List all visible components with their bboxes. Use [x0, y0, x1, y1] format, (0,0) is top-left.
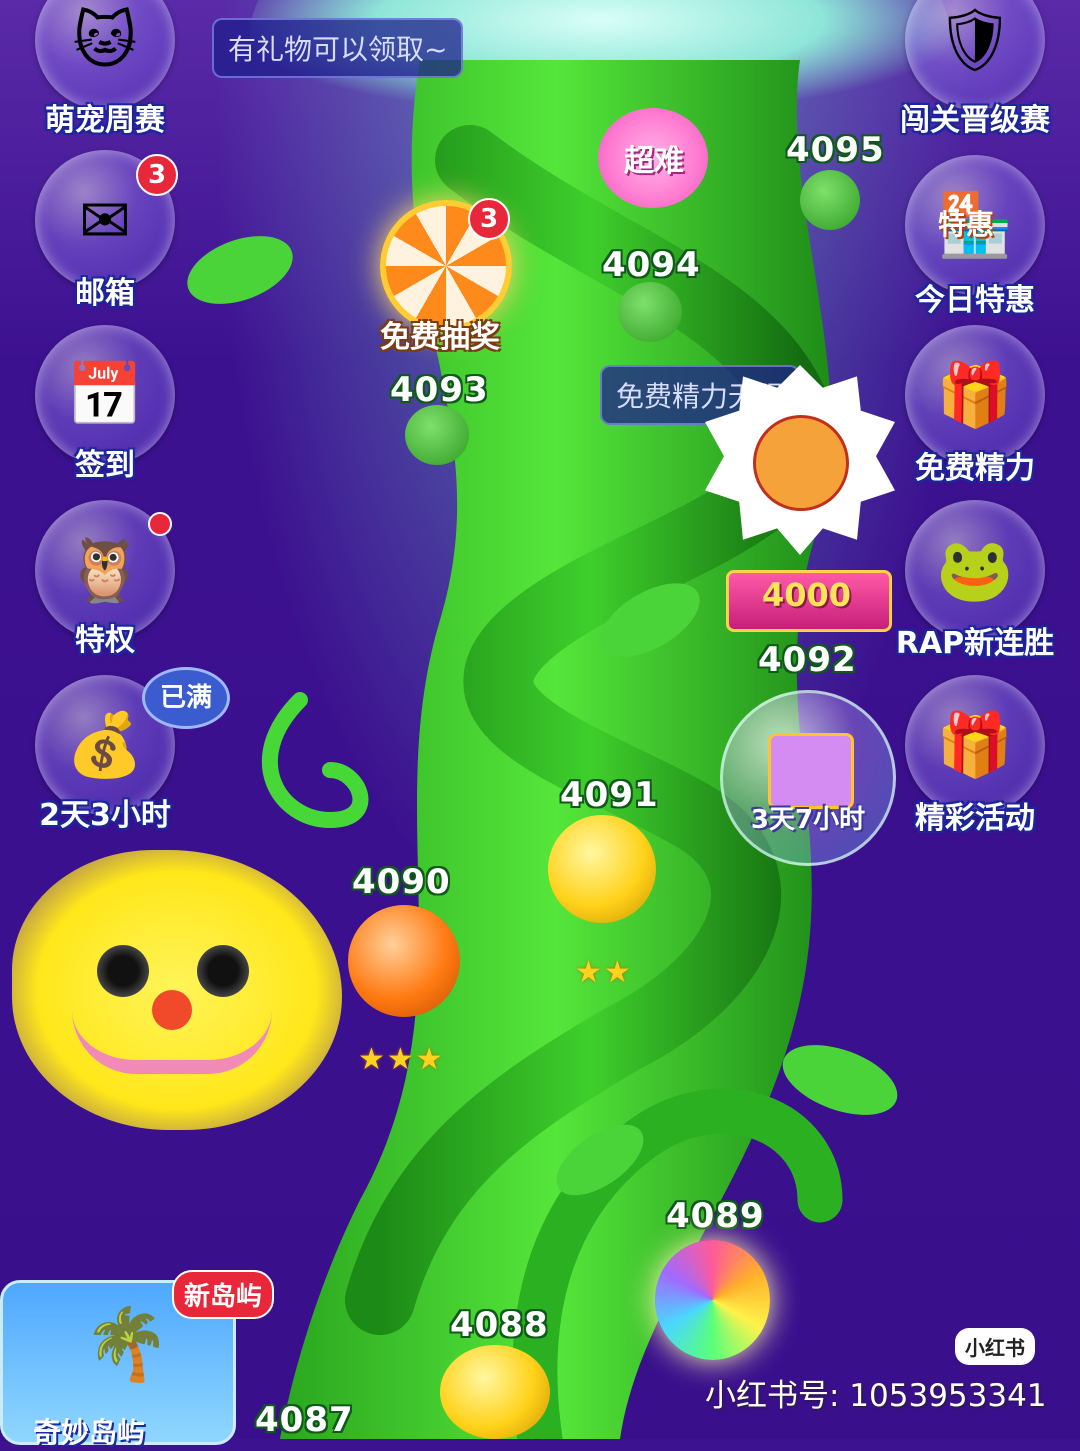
- level-4089-node[interactable]: [655, 1240, 770, 1360]
- level-4093-node[interactable]: [405, 405, 469, 465]
- level-4090-number: 4090: [352, 862, 451, 902]
- new-island-badge: 新岛屿: [172, 1270, 275, 1319]
- milestone-value: 4000: [762, 576, 852, 614]
- level-4091-node[interactable]: [548, 815, 656, 923]
- level-promotion-label: 闯关晋级赛: [900, 103, 1050, 138]
- mailbox-button[interactable]: ✉ 邮箱 3: [30, 150, 180, 311]
- smiling-sun-icon: [753, 415, 849, 511]
- featured-events-button[interactable]: 🎁 精彩活动: [900, 675, 1050, 836]
- level-4090-stars: ★★★: [358, 1042, 445, 1077]
- free-energy-label: 免费精力: [915, 451, 1035, 486]
- level-4087-number: 4087: [255, 1400, 354, 1440]
- eye-left-icon: [97, 945, 149, 997]
- daily-deal-label: 今日特惠: [915, 283, 1035, 318]
- level-4088-node[interactable]: [440, 1345, 550, 1439]
- eye-right-icon: [197, 945, 249, 997]
- full-badge: 已满: [142, 667, 230, 729]
- rap-win-streak-label: RAP新连胜: [895, 626, 1055, 661]
- gift-tooltip[interactable]: 有礼物可以领取~: [212, 18, 464, 78]
- smile-icon: [72, 1010, 272, 1074]
- palm-tree-icon: 🌴: [83, 1303, 171, 1385]
- shield-wings-icon: 🛡: [905, 0, 1045, 110]
- cat-icon: 🐱: [35, 0, 175, 110]
- checkin-label: 签到: [75, 448, 135, 483]
- red-dot-icon: [148, 512, 172, 536]
- level-promotion-contest-button[interactable]: 🛡 闯关晋级赛 赛季: [900, 0, 1050, 138]
- bubble-gift-timer: 3天7小时: [750, 805, 866, 835]
- level-4094-node[interactable]: [618, 282, 682, 342]
- purple-gift-icon: [768, 733, 854, 809]
- level-4090-node[interactable]: [348, 905, 460, 1017]
- featured-events-label: 精彩活动: [915, 801, 1035, 836]
- bubble-gift-button[interactable]: 3天7小时: [720, 690, 896, 866]
- mailbox-label: 邮箱: [75, 276, 135, 311]
- level-4089-number: 4089: [666, 1196, 765, 1236]
- xiaohongshu-logo: 小红书: [955, 1328, 1035, 1365]
- lottery-label: 免费抽奖: [380, 320, 500, 355]
- super-hard-label: 超难: [624, 144, 684, 179]
- privilege-button[interactable]: 🦉 特权: [30, 500, 180, 658]
- coin-pot-timer: 2天3小时: [39, 798, 171, 833]
- checkin-button[interactable]: 📅 签到: [30, 325, 180, 483]
- watermark-text: 小红书号: 1053953341: [705, 1378, 1047, 1414]
- deal-tag: 特惠: [938, 208, 995, 241]
- level-4091-stars: ★★: [575, 955, 633, 990]
- level-4095-number: 4095: [786, 130, 885, 170]
- level-4088-number: 4088: [450, 1305, 549, 1345]
- coin-pot-button[interactable]: 💰 2天3小时 已满: [30, 667, 230, 833]
- rap-win-streak-button[interactable]: 🐸 RAP新连胜: [896, 500, 1054, 661]
- daily-deal-button[interactable]: 🏪 特惠 今日特惠: [900, 155, 1050, 318]
- lottery-count-badge: 3: [468, 198, 510, 240]
- free-lottery-button[interactable]: 3 免费抽奖: [340, 190, 540, 360]
- level-4091-number: 4091: [560, 775, 659, 815]
- level-4092-number: 4092: [758, 640, 857, 680]
- level-4094-number: 4094: [602, 245, 701, 285]
- mail-count-badge: 3: [136, 154, 178, 196]
- island-label: 奇妙岛屿: [33, 1416, 146, 1449]
- privilege-label: 特权: [75, 623, 135, 658]
- free-energy-button[interactable]: 🎁 免费精力: [900, 325, 1050, 486]
- pet-weekly-contest-button[interactable]: 🐱 萌宠周赛 新: [30, 0, 180, 138]
- level-4095-node[interactable]: [800, 170, 860, 230]
- level-4093-number: 4093: [390, 370, 489, 410]
- pet-weekly-contest-label: 萌宠周赛: [45, 103, 165, 138]
